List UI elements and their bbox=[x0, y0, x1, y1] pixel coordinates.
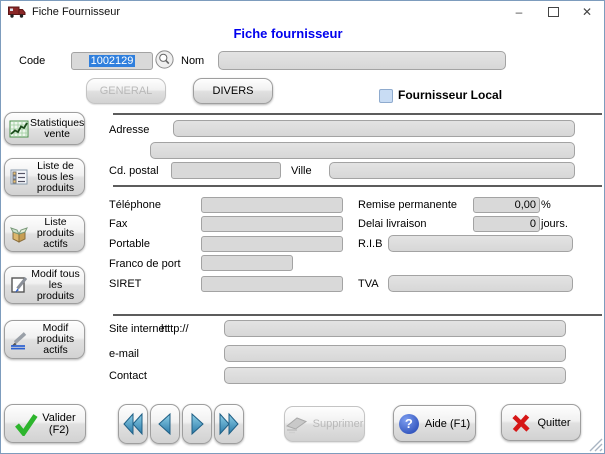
telephone-label: Téléphone bbox=[109, 199, 161, 211]
nav-next-button[interactable] bbox=[182, 404, 212, 444]
adresse-input-1[interactable] bbox=[173, 120, 575, 137]
nav-prev-button[interactable] bbox=[150, 404, 180, 444]
left-arrow-icon bbox=[155, 411, 175, 437]
site-internet-label: Site internet bbox=[109, 323, 168, 335]
rib-label: R.I.B bbox=[358, 238, 382, 250]
tva-input[interactable] bbox=[388, 275, 573, 292]
fournisseur-local-label: Fournisseur Local bbox=[398, 88, 502, 102]
code-input[interactable]: 1002129 bbox=[71, 52, 153, 70]
red-x-icon bbox=[511, 413, 531, 433]
delai-label: Delai livraison bbox=[358, 218, 426, 230]
tva-label: TVA bbox=[358, 278, 379, 290]
sidebar-modif-produits-actifs-button[interactable]: Modif produits actifs bbox=[4, 320, 85, 359]
rib-input[interactable] bbox=[388, 235, 573, 252]
sidebar-button-label: Modif tous les produits bbox=[30, 269, 81, 302]
maximize-icon bbox=[548, 7, 559, 17]
valider-button[interactable]: Valider(F2) bbox=[4, 404, 86, 443]
sidebar-liste-produits-actifs-button[interactable]: Liste produits actifs bbox=[4, 215, 85, 252]
magnifier-icon[interactable] bbox=[155, 50, 174, 69]
contact-label: Contact bbox=[109, 370, 147, 382]
delai-unit: jours. bbox=[541, 218, 568, 230]
email-label: e-mail bbox=[109, 348, 139, 360]
remise-label: Remise permanente bbox=[358, 199, 457, 211]
double-right-arrow-icon bbox=[218, 411, 240, 437]
ville-label: Ville bbox=[291, 165, 312, 177]
close-button[interactable]: ✕ bbox=[570, 1, 604, 23]
maximize-button[interactable] bbox=[536, 1, 570, 23]
siret-input[interactable] bbox=[201, 276, 343, 292]
quitter-button[interactable]: Quitter bbox=[501, 404, 581, 441]
nom-label: Nom bbox=[181, 55, 204, 67]
green-check-icon bbox=[14, 412, 38, 436]
fiche-fournisseur-window: Fiche Fournisseur – ✕ Fiche fournisseur … bbox=[0, 0, 605, 454]
sales-chart-icon bbox=[8, 119, 30, 139]
nav-first-button[interactable] bbox=[118, 404, 148, 444]
contact-input[interactable] bbox=[224, 367, 566, 384]
right-arrow-icon bbox=[187, 411, 207, 437]
email-input[interactable] bbox=[224, 345, 566, 362]
ville-input[interactable] bbox=[329, 162, 575, 179]
divider bbox=[113, 314, 602, 316]
franco-label: Franco de port bbox=[109, 258, 181, 270]
portable-input[interactable] bbox=[201, 236, 343, 252]
site-internet-input[interactable] bbox=[224, 320, 566, 337]
page-title: Fiche fournisseur bbox=[1, 26, 575, 41]
valider-label: Valider(F2) bbox=[42, 412, 75, 436]
portable-label: Portable bbox=[109, 238, 150, 250]
sidebar-button-label: Modif produits actifs bbox=[30, 323, 81, 356]
titlebar: Fiche Fournisseur – ✕ bbox=[1, 1, 604, 23]
divider bbox=[113, 185, 602, 187]
minimize-button[interactable]: – bbox=[502, 1, 536, 23]
eraser-icon bbox=[286, 414, 308, 434]
edit-lines-icon bbox=[8, 330, 30, 350]
help-icon: ? bbox=[399, 414, 419, 434]
http-prefix: http:// bbox=[161, 323, 189, 335]
sidebar-modif-tous-produits-button[interactable]: Modif tous les produits bbox=[4, 266, 85, 304]
sidebar-button-label: Liste produits actifs bbox=[30, 217, 81, 250]
cd-postal-label: Cd. postal bbox=[109, 165, 159, 177]
fax-label: Fax bbox=[109, 218, 127, 230]
tab-general[interactable]: GENERAL bbox=[86, 78, 166, 104]
double-left-arrow-icon bbox=[122, 411, 144, 437]
delai-input[interactable]: 0 bbox=[473, 216, 540, 232]
sidebar-statistiques-vente-button[interactable]: Statistiques vente bbox=[4, 112, 85, 145]
tab-divers[interactable]: DIVERS bbox=[193, 78, 273, 104]
franco-input[interactable] bbox=[201, 255, 293, 271]
remise-input[interactable]: 0,00 bbox=[473, 197, 540, 213]
nom-input[interactable] bbox=[218, 51, 506, 70]
code-selected-text: 1002129 bbox=[89, 55, 136, 67]
fournisseur-local-checkbox[interactable] bbox=[379, 89, 393, 103]
remise-unit: % bbox=[541, 199, 551, 211]
fax-input[interactable] bbox=[201, 216, 343, 232]
supprimer-label: Supprimer bbox=[313, 418, 364, 430]
edit-document-icon bbox=[8, 275, 30, 295]
nav-last-button[interactable] bbox=[214, 404, 244, 444]
siret-label: SIRET bbox=[109, 278, 141, 290]
list-icon bbox=[8, 167, 30, 187]
resize-grip[interactable] bbox=[588, 437, 603, 452]
cd-postal-input[interactable] bbox=[171, 162, 281, 179]
telephone-input[interactable] bbox=[201, 197, 343, 213]
sidebar-button-label: Liste de tous les produits bbox=[30, 161, 81, 194]
adresse-label: Adresse bbox=[109, 124, 149, 136]
window-title: Fiche Fournisseur bbox=[32, 6, 120, 18]
supprimer-button[interactable]: Supprimer bbox=[284, 406, 365, 442]
truck-icon bbox=[8, 6, 26, 18]
code-label: Code bbox=[19, 55, 45, 67]
sidebar-button-label: Statistiques vente bbox=[30, 118, 84, 140]
sidebar-liste-tous-produits-button[interactable]: Liste de tous les produits bbox=[4, 158, 85, 196]
quitter-label: Quitter bbox=[537, 417, 570, 429]
divider bbox=[113, 113, 602, 115]
open-box-icon bbox=[8, 224, 30, 244]
aide-label: Aide (F1) bbox=[425, 418, 470, 430]
adresse-input-2[interactable] bbox=[150, 142, 575, 159]
aide-button[interactable]: ? Aide (F1) bbox=[393, 405, 476, 442]
